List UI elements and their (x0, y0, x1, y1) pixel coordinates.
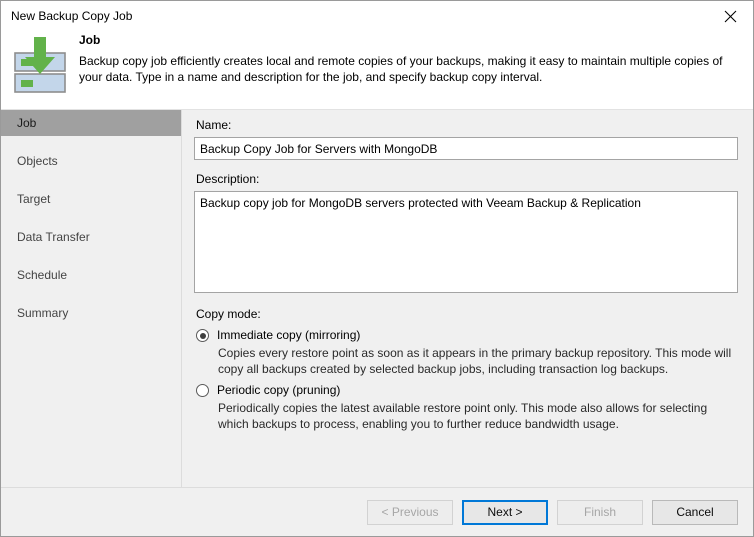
wizard-step-list: Job Objects Target Data Transfer Schedul… (1, 110, 182, 487)
page-title: Job (79, 33, 739, 47)
previous-button[interactable]: < Previous (367, 500, 453, 525)
radio-periodic-copy[interactable]: Periodic copy (pruning) (194, 383, 738, 397)
radio-immediate-copy[interactable]: Immediate copy (mirroring) (194, 328, 738, 342)
dialog-header: Job Backup copy job efficiently creates … (1, 31, 753, 109)
sidebar-item-job[interactable]: Job (1, 110, 181, 136)
radio-immediate-copy-description: Copies every restore point as soon as it… (218, 345, 738, 377)
window-title: New Backup Copy Job (11, 9, 132, 23)
header-text-block: Job Backup copy job efficiently creates … (70, 33, 739, 109)
page-description: Backup copy job efficiently creates loca… (79, 53, 739, 85)
backup-copy-job-icon (12, 35, 70, 93)
new-backup-copy-job-dialog: New Backup Copy Job Job Backup copy (0, 0, 754, 537)
radio-periodic-copy-label: Periodic copy (pruning) (209, 383, 340, 397)
radio-periodic-copy-description: Periodically copies the latest available… (218, 400, 738, 432)
name-input[interactable] (194, 137, 738, 160)
radio-periodic-copy-mark[interactable] (196, 384, 209, 397)
sidebar-item-summary[interactable]: Summary (1, 300, 181, 326)
cancel-button[interactable]: Cancel (652, 500, 738, 525)
name-label: Name: (196, 118, 738, 133)
wizard-page-job: Name: Description: Copy mode: Immediate … (182, 110, 753, 487)
description-label: Description: (196, 172, 738, 187)
dialog-footer: < Previous Next > Finish Cancel (1, 487, 753, 536)
title-bar: New Backup Copy Job (1, 1, 753, 31)
sidebar-item-objects[interactable]: Objects (1, 148, 181, 174)
finish-button[interactable]: Finish (557, 500, 643, 525)
radio-immediate-copy-mark[interactable] (196, 329, 209, 342)
next-button[interactable]: Next > (462, 500, 548, 525)
sidebar-item-schedule[interactable]: Schedule (1, 262, 181, 288)
copy-mode-label: Copy mode: (196, 307, 738, 322)
radio-immediate-copy-label: Immediate copy (mirroring) (209, 328, 360, 342)
sidebar-item-target[interactable]: Target (1, 186, 181, 212)
dialog-body: Job Objects Target Data Transfer Schedul… (1, 109, 753, 487)
sidebar-item-data-transfer[interactable]: Data Transfer (1, 224, 181, 250)
close-icon[interactable] (708, 2, 753, 31)
description-textarea[interactable] (194, 191, 738, 293)
